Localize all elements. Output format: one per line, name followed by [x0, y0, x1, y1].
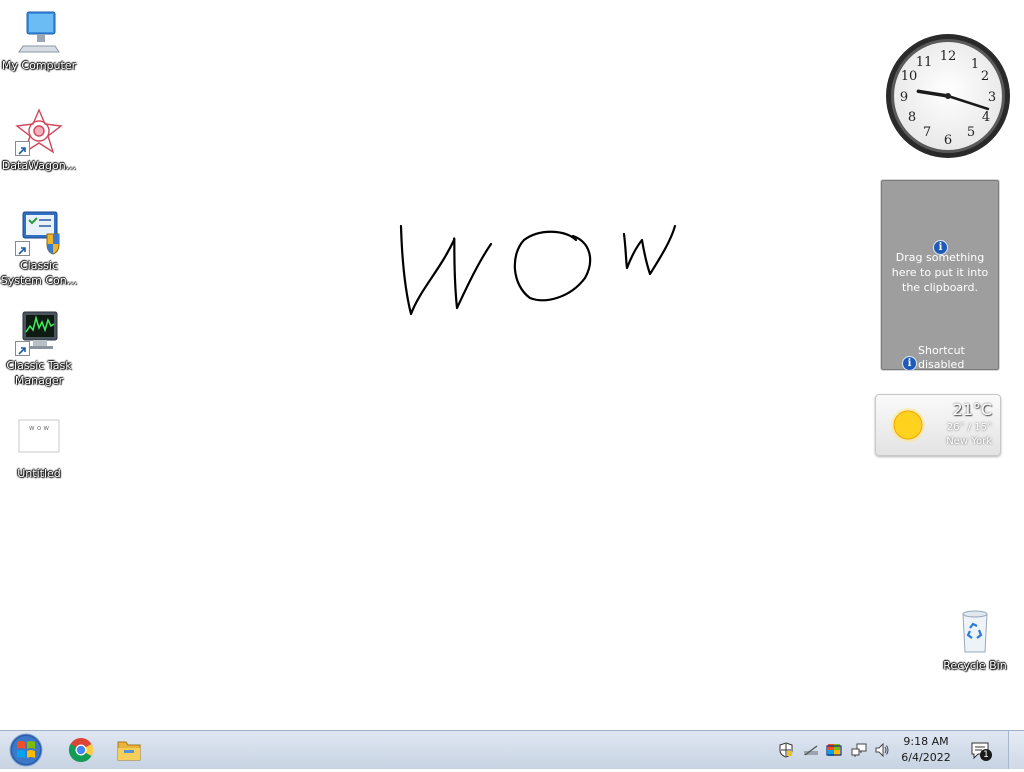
desktop-icon-label: My Computer [1, 59, 77, 72]
network-icon[interactable] [851, 742, 867, 758]
weather-gadget[interactable]: 21°C 26° / 15° New York [875, 394, 1001, 456]
shortcut-arrow-icon [15, 341, 30, 356]
volume-icon[interactable] [874, 742, 890, 758]
svg-text:4: 4 [982, 110, 990, 125]
svg-text:2: 2 [981, 69, 989, 84]
clock-gadget[interactable]: 1212 345 678 91011 [884, 32, 1014, 162]
start-button[interactable] [4, 732, 48, 768]
desktop-icon-label: Untitled [17, 467, 61, 480]
info-icon: i [902, 351, 917, 370]
svg-text:1: 1 [971, 57, 979, 72]
taskbar: 9:18 AM 6/4/2022 1 [0, 730, 1024, 769]
handwritten-drawing [399, 224, 677, 316]
taskbar-date: 6/4/2022 [901, 751, 951, 764]
notification-count: 1 [983, 750, 989, 760]
recycle-bin-icon [951, 608, 999, 656]
svg-text:11: 11 [916, 55, 933, 70]
desktop-icon-my-computer[interactable]: My Computer [0, 8, 78, 73]
weather-range: 26° / 15° [946, 422, 992, 433]
clipboard-message: Drag something here to put it into the c… [891, 251, 989, 294]
desktop-icon-untitled[interactable]: w o w Untitled [0, 416, 78, 481]
computer-icon [15, 8, 63, 56]
taskbar-time: 9:18 AM [903, 735, 949, 748]
svg-text:8: 8 [908, 110, 916, 125]
control-panel-icon [15, 208, 63, 256]
action-center-button[interactable]: 1 [970, 740, 992, 762]
svg-text:3: 3 [988, 90, 996, 105]
svg-text:7: 7 [923, 125, 931, 140]
desktop-icon-label: DataWagon... [1, 159, 77, 172]
task-manager-icon [15, 308, 63, 356]
network-disconnected-icon[interactable] [803, 742, 819, 758]
file-explorer-icon [117, 741, 141, 761]
desktop-icon-label: Recycle Bin [943, 659, 1007, 672]
flag-icon[interactable] [826, 742, 842, 758]
show-desktop-button[interactable] [1008, 731, 1024, 769]
shortcut-status: Shortcut disabled [918, 344, 965, 371]
svg-text:12: 12 [940, 49, 957, 64]
security-shield-icon[interactable] [778, 742, 794, 758]
taskbar-clock[interactable]: 9:18 AM 6/4/2022 [896, 734, 956, 766]
svg-text:w o w: w o w [29, 424, 49, 432]
desktop-icon-classic-task-manager[interactable]: Classic Task Manager [0, 308, 78, 388]
clipboard-gadget[interactable]: i Drag something here to put it into the… [880, 179, 1000, 371]
desktop-icon-label: Classic System Con... [0, 259, 78, 287]
weather-city: New York [946, 436, 992, 447]
datawagon-icon [15, 108, 63, 156]
svg-text:5: 5 [967, 125, 975, 140]
chrome-icon [68, 738, 94, 763]
svg-text:10: 10 [901, 69, 918, 84]
desktop-icon-datawagon[interactable]: DataWagon... [0, 108, 78, 173]
shortcut-arrow-icon [15, 141, 30, 156]
svg-text:6: 6 [944, 133, 952, 148]
shortcut-arrow-icon [15, 241, 30, 256]
desktop-icon-label: Classic Task Manager [6, 359, 72, 387]
desktop-icon-recycle-bin[interactable]: Recycle Bin [936, 608, 1014, 673]
svg-text:9: 9 [900, 90, 908, 105]
chrome-taskbar-button[interactable] [56, 734, 106, 766]
image-file-icon: w o w [15, 416, 63, 464]
weather-temperature: 21°C [952, 400, 992, 419]
sun-icon [891, 408, 925, 442]
file-explorer-taskbar-button[interactable] [104, 734, 154, 766]
desktop-icon-classic-system-control[interactable]: Classic System Con... [0, 208, 78, 288]
